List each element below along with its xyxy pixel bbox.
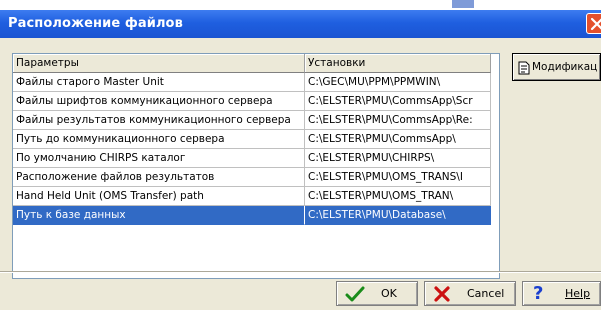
value-cell[interactable]: C:\ELSTER\PMU\Database\ [305, 206, 491, 225]
table-row[interactable]: По умолчанию CHIRPS каталог C:\ELSTER\PM… [13, 149, 499, 168]
parameter-cell[interactable]: Расположение файлов результатов [13, 168, 305, 187]
window-title: Расположение файлов [8, 16, 183, 31]
value-cell[interactable]: C:\ELSTER\PMU\CHIRPS\ [305, 149, 491, 168]
table-row[interactable]: Файлы шрифтов коммуникационного сервера … [13, 92, 499, 111]
cancel-button[interactable]: Cancel [424, 281, 516, 306]
ok-button-label: OK [381, 287, 397, 300]
table-row[interactable]: Hand Held Unit (OMS Transfer) path C:\EL… [13, 187, 499, 206]
parameter-cell[interactable]: По умолчанию CHIRPS каталог [13, 149, 305, 168]
question-mark-icon: ? [533, 283, 544, 304]
cancel-x-icon [434, 286, 450, 302]
checkmark-icon [345, 286, 365, 302]
cancel-button-label: Cancel [467, 287, 505, 300]
ok-button[interactable]: OK [336, 281, 418, 306]
separator-highlight [0, 272, 601, 273]
modify-button-label: Модификац [532, 61, 598, 73]
dialog-body: Параметры Установки Файлы старого Master… [0, 38, 601, 310]
parameter-cell[interactable]: Путь до коммуникационного сервера [13, 130, 305, 149]
value-cell[interactable]: C:\ELSTER\PMU\CommsApp\Re: [305, 111, 491, 130]
column-header-parameters[interactable]: Параметры [13, 54, 305, 73]
table-row[interactable]: Файлы старого Master Unit C:\GEC\MU\PPM\… [13, 73, 499, 92]
parameter-cell[interactable]: Файлы шрифтов коммуникационного сервера [13, 92, 305, 111]
title-bar[interactable]: Расположение файлов [0, 10, 601, 38]
close-icon [590, 17, 601, 31]
parameter-cell[interactable]: Путь к базе данных [13, 206, 305, 225]
parameter-cell[interactable]: Hand Held Unit (OMS Transfer) path [13, 187, 305, 206]
help-button[interactable]: ? Help [522, 281, 601, 306]
value-cell[interactable]: C:\ELSTER\PMU\OMS_TRANS\I [305, 168, 491, 187]
table-header-row: Параметры Установки [13, 54, 499, 73]
modify-button[interactable]: Модификац [512, 53, 601, 81]
table-row[interactable]: Путь до коммуникационного сервера C:\ELS… [13, 130, 499, 149]
parameter-cell[interactable]: Файлы старого Master Unit [13, 73, 305, 92]
settings-table[interactable]: Параметры Установки Файлы старого Master… [12, 53, 500, 279]
parameter-cell[interactable]: Файлы результатов коммуникационного серв… [13, 111, 305, 130]
value-cell[interactable]: C:\ELSTER\PMU\CommsApp\ [305, 130, 491, 149]
close-button[interactable] [586, 13, 601, 34]
help-button-label: Help [565, 287, 591, 300]
value-cell[interactable]: C:\ELSTER\PMU\OMS_TRAN\ [305, 187, 491, 206]
table-row[interactable]: Файлы результатов коммуникационного серв… [13, 111, 499, 130]
value-cell[interactable]: C:\ELSTER\PMU\CommsApp\Scr [305, 92, 491, 111]
background-accent [452, 0, 474, 8]
table-row-selected[interactable]: Путь к базе данных C:\ELSTER\PMU\Databas… [13, 206, 499, 225]
value-cell[interactable]: C:\GEC\MU\PPM\PPMWIN\ [305, 73, 491, 92]
table-row[interactable]: Расположение файлов результатов C:\ELSTE… [13, 168, 499, 187]
edit-document-icon [518, 61, 530, 75]
column-header-settings[interactable]: Установки [305, 54, 491, 73]
